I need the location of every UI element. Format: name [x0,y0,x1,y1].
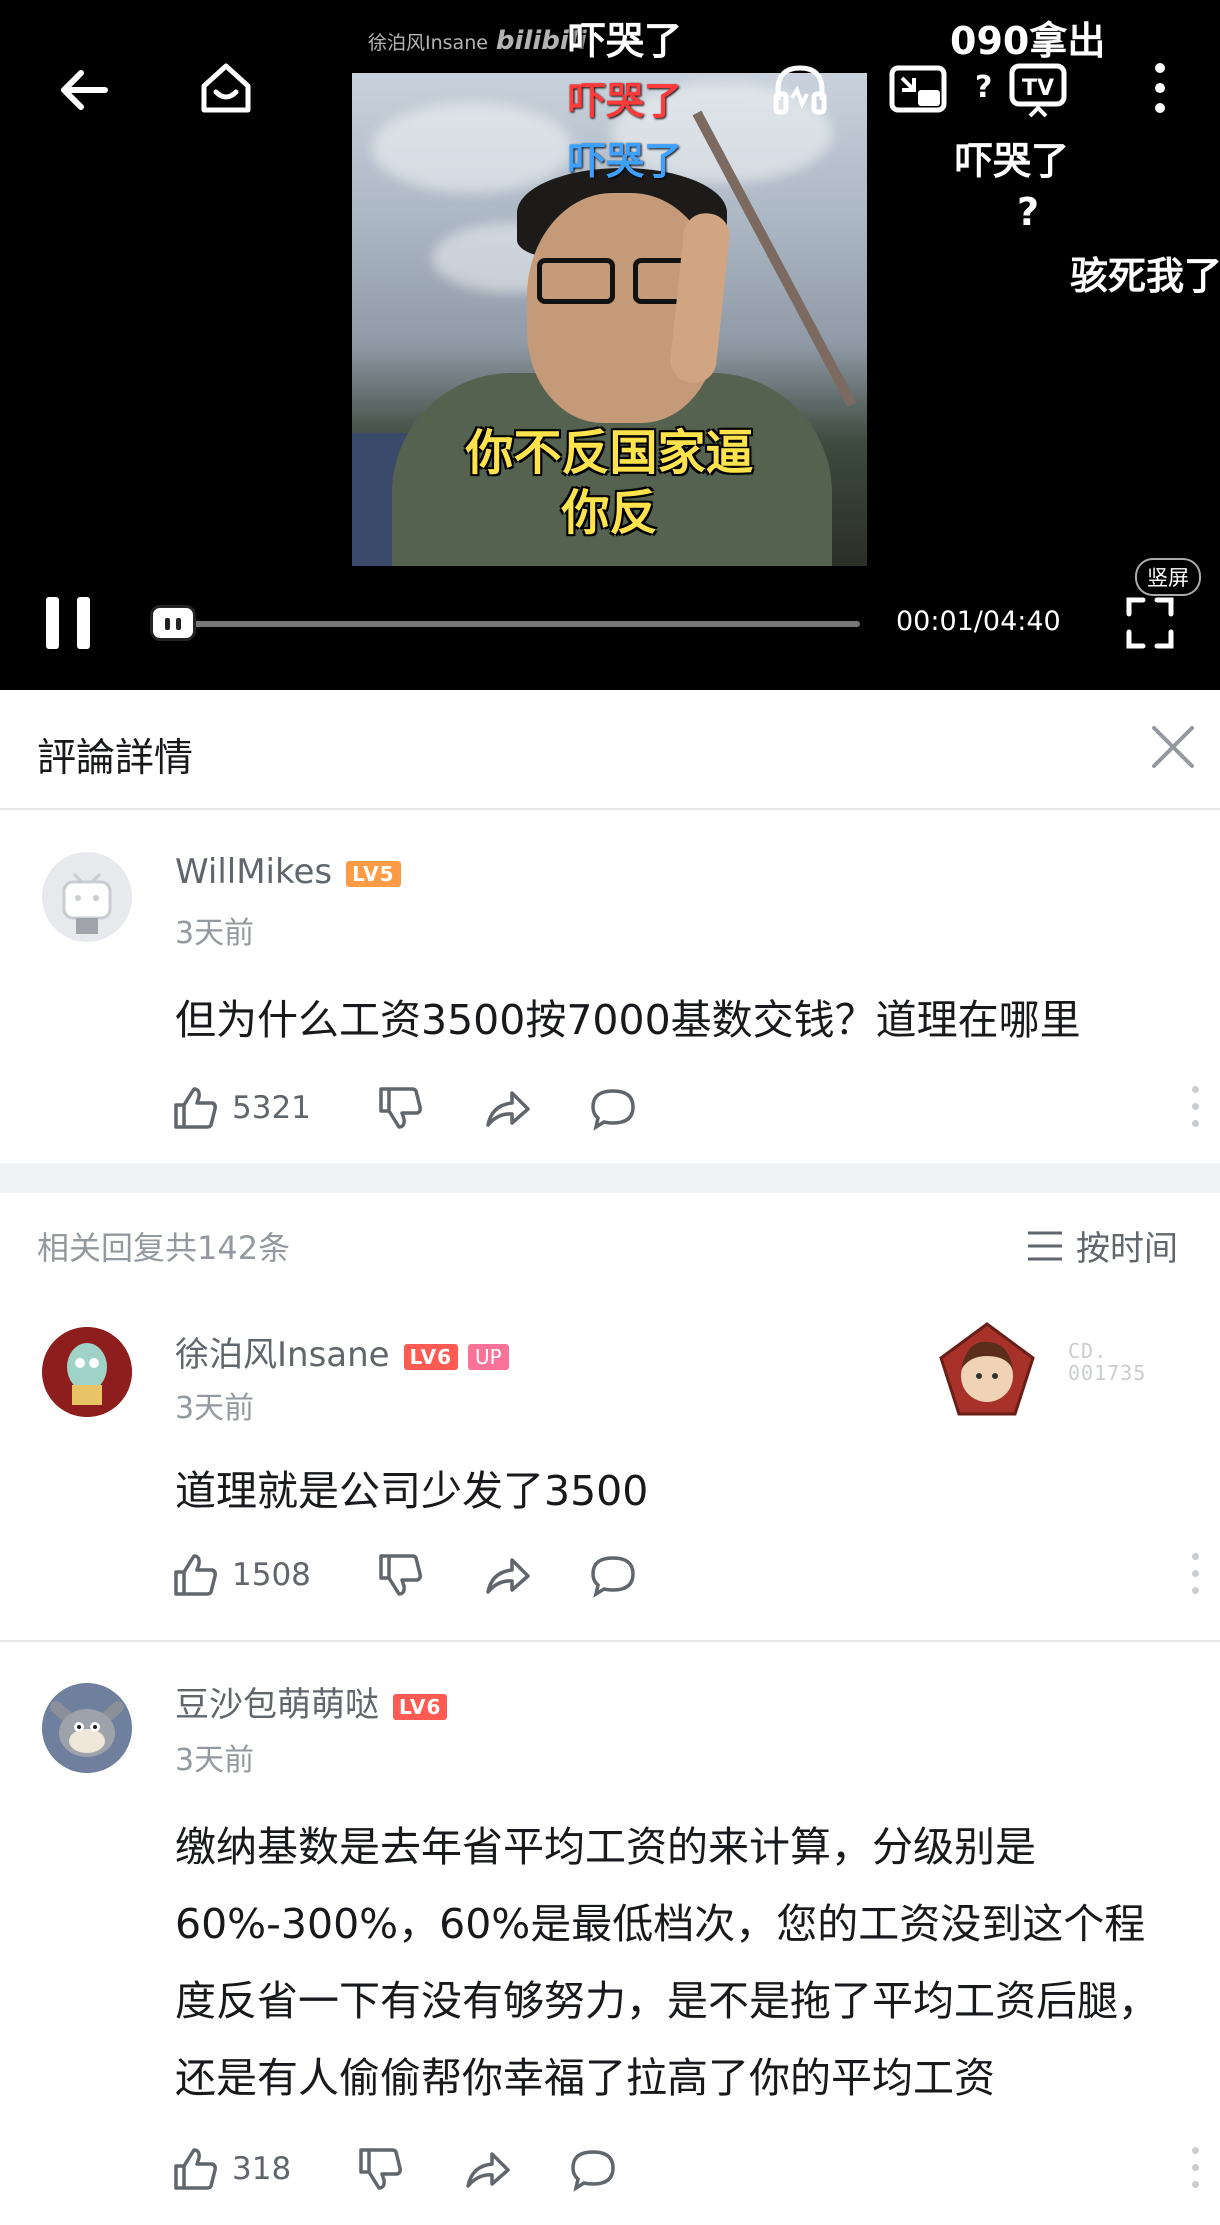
replies-header: 相关回复共142条 按时间 [0,1193,1220,1293]
like-button[interactable]: 318 [170,2139,291,2199]
thumbs-down-icon [379,1087,422,1129]
thumbs-up-icon [174,1554,217,1596]
reply-count: 相关回复共142条 [37,1229,291,1267]
comment-actions: 5321 [170,1078,1200,1138]
danmaku-comment: 骇死我了 [1070,254,1220,298]
comment-detail-header: 評論詳情 [0,690,1220,810]
more-options-icon[interactable] [1190,1553,1200,1597]
more-vertical-icon[interactable] [1130,60,1190,120]
like-count: 5321 [232,1090,311,1126]
more-options-icon[interactable] [1190,2147,1200,2191]
uploader-badge: UP [467,1343,509,1370]
comment-time: 3天前 [175,916,255,951]
like-count: 1508 [232,1557,311,1593]
danmaku-comment: 吓哭了 [568,79,683,123]
dislike-button[interactable] [355,2139,405,2199]
reply-item: 徐泊风Insane LV6 UP 3天前 道理就是公司少发了3500 1508 [0,1293,1220,1638]
vertical-mode-button[interactable]: 竖屏 [1135,558,1201,596]
progress-thumb[interactable] [150,605,196,641]
svg-text:TV: TV [1022,76,1054,101]
danmaku-comment: 吓哭了 [955,139,1070,183]
comment-username[interactable]: 豆沙包萌萌哒 LV6 [175,1677,448,1726]
pip-icon[interactable] [888,60,948,120]
comment-time: 3天前 [175,1391,255,1426]
tv-cast-icon[interactable]: TV [1008,60,1068,120]
divider [0,1640,1220,1642]
pause-icon[interactable] [46,597,92,649]
dislike-button[interactable] [375,1545,425,1605]
comment-username[interactable]: 徐泊风Insane LV6 UP [175,1327,509,1376]
danmaku-comment: ? [1017,190,1040,234]
danmaku-comment: 吓哭了 [568,19,683,63]
like-count: 318 [232,2151,292,2187]
reply-item: 豆沙包萌萌哒 LV6 3天前 缴纳基数是去年省平均工资的来计算，分级别是60%-3… [0,1645,1220,2225]
reply-button[interactable] [588,1078,638,1138]
thumbs-up-icon [174,1087,217,1129]
avatar[interactable] [42,852,132,942]
more-options-icon[interactable] [1190,1086,1200,1130]
sort-button[interactable]: 按时间 [1026,1221,1178,1270]
page-title: 評論詳情 [37,736,194,781]
home-icon[interactable] [196,58,256,118]
section-divider [0,1163,1220,1193]
comment-bubble-icon [571,2150,615,2192]
comment-bubble-icon [591,1556,635,1598]
video-caption-line2: 你反 [561,485,658,541]
headphones-icon[interactable] [770,60,830,120]
danmaku-comment: 吓哭了 [568,139,683,183]
playback-time: 00:01/04:40 [896,606,1061,637]
avatar[interactable] [42,1683,132,1773]
reply-button[interactable] [588,1545,638,1605]
video-player[interactable]: 你不反国家逼 你反 徐泊风Insane bilibili 吓哭了 090拿出 吓哭… [0,0,1220,690]
share-button[interactable] [482,1545,532,1605]
share-icon [486,1091,530,1127]
close-icon[interactable] [1148,722,1198,772]
share-button[interactable] [462,2139,512,2199]
danmaku-comment: 090拿出 [950,19,1106,63]
thumbs-up-icon [174,2148,217,2190]
comment-bubble-icon [591,1089,635,1131]
comment-username[interactable]: WillMikes LV5 [175,852,401,892]
main-comment: WillMikes LV5 3天前 但为什么工资3500按7000基数交钱？道理在… [0,810,1220,1160]
list-icon [1028,1231,1062,1260]
fan-number: CD. 001735 [1068,1339,1147,1385]
avatar[interactable] [42,1327,132,1417]
share-button[interactable] [482,1078,532,1138]
dislike-button[interactable] [375,1078,425,1138]
progress-bar[interactable] [172,621,860,627]
share-icon [466,2152,510,2188]
comment-actions: 318 [170,2139,1200,2199]
fullscreen-icon[interactable] [1125,596,1175,650]
danmaku-comment: ? [975,70,993,105]
video-watermark: 徐泊风Insane bilibili [368,26,587,56]
fan-medal-icon [939,1322,1035,1416]
share-icon [486,1558,530,1594]
like-button[interactable]: 5321 [170,1078,311,1138]
thumbs-down-icon [359,2148,402,2190]
comment-time: 3天前 [175,1743,255,1778]
level-badge: LV6 [403,1343,458,1370]
thumbs-down-icon [379,1554,422,1596]
back-arrow-icon[interactable] [55,60,115,120]
comment-text: 道理就是公司少发了3500 [175,1467,649,1515]
comment-text: 缴纳基数是去年省平均工资的来计算，分级别是60%-300%，60%是最低档次，您… [175,1823,1159,2102]
level-badge: LV5 [346,860,401,887]
reply-button[interactable] [568,2139,618,2199]
level-badge: LV6 [393,1693,448,1720]
comment-actions: 1508 [170,1545,1200,1605]
like-button[interactable]: 1508 [170,1545,311,1605]
comment-text: 但为什么工资3500按7000基数交钱？道理在哪里 [175,996,1081,1044]
